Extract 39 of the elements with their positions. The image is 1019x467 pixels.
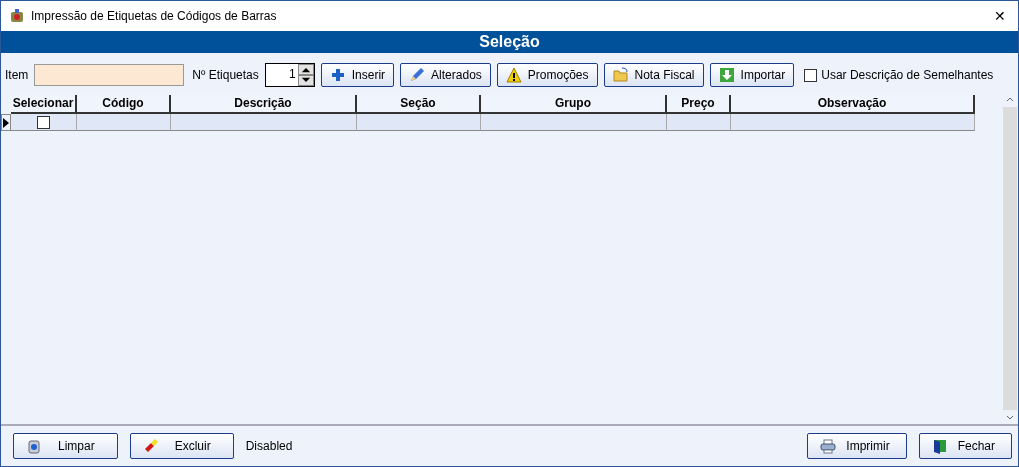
- column-header[interactable]: Seção: [357, 95, 481, 114]
- column-header[interactable]: Observação: [731, 95, 975, 114]
- table-cell: [667, 114, 731, 131]
- plus-icon: [329, 67, 346, 83]
- scroll-down-icon[interactable]: [1003, 410, 1017, 424]
- pencil-icon: [409, 67, 426, 83]
- toolbar-button[interactable]: Importar: [709, 63, 795, 87]
- close-button[interactable]: ✕: [990, 8, 1010, 24]
- status-text: Disabled: [245, 439, 293, 453]
- download-icon: [718, 67, 735, 83]
- column-header[interactable]: Selecionar: [11, 95, 77, 114]
- column-header[interactable]: Descrição: [171, 95, 357, 114]
- toolbar-button[interactable]: Alterados: [400, 63, 491, 87]
- toolbar-button[interactable]: Nota Fiscal: [603, 63, 704, 87]
- footer-button[interactable]: Imprimir: [807, 433, 907, 459]
- app-icon: [9, 8, 25, 24]
- recycle-bin-icon: [26, 438, 42, 454]
- column-header[interactable]: Grupo: [481, 95, 667, 114]
- scrollbar[interactable]: [1003, 93, 1017, 424]
- printer-icon: [820, 438, 837, 454]
- folder-icon: [612, 67, 629, 83]
- window-title: Impressão de Etiquetas de Códigos de Barras: [31, 9, 278, 23]
- door-icon: [931, 438, 948, 454]
- section-header: Seleção: [1, 31, 1018, 53]
- similar-label: Usar Descrição de Semelhantes: [821, 68, 994, 82]
- footer-button[interactable]: Excluir: [129, 433, 234, 459]
- column-header[interactable]: Código: [77, 95, 171, 114]
- item-label: Item: [5, 68, 29, 82]
- item-field[interactable]: [34, 64, 185, 86]
- footer-button[interactable]: Fechar: [918, 433, 1012, 459]
- similar-checkbox[interactable]: [804, 68, 818, 82]
- label-count-spinner[interactable]: 1: [264, 63, 315, 87]
- toolbar-button[interactable]: Promoções: [496, 63, 598, 87]
- warning-icon: [505, 67, 522, 83]
- label-count-label: Nº Etiquetas: [192, 68, 259, 82]
- select-checkbox[interactable]: [37, 115, 50, 129]
- footer-button[interactable]: Limpar: [13, 433, 118, 459]
- toolbar-button[interactable]: Inserir: [320, 63, 395, 87]
- column-header[interactable]: Preço: [667, 95, 731, 114]
